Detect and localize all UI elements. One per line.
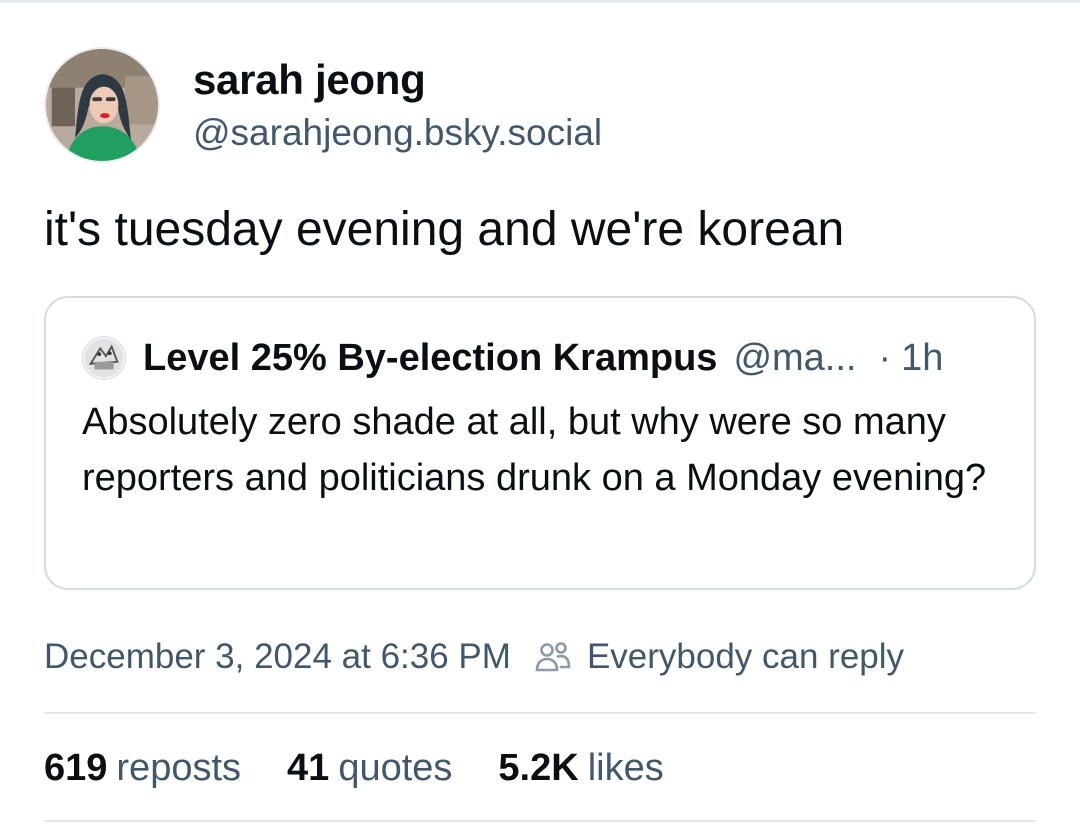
quoted-separator-dot: · — [878, 336, 892, 379]
post-timestamp: December 3, 2024 at 6:36 PM — [44, 637, 511, 676]
likes-label: likes — [587, 746, 664, 789]
quoted-author-name[interactable]: Level 25% By-election Krampus — [143, 337, 717, 380]
post-text: it's tuesday evening and we're korean — [44, 203, 845, 256]
likes-count: 5.2K — [498, 746, 579, 789]
reposts-label: reposts — [116, 746, 242, 789]
post-stats: 619 reposts 41 quotes 5.2K likes — [44, 744, 710, 792]
user-avatar-photo-icon — [46, 49, 158, 161]
quoted-author-handle[interactable]: @ma... — [733, 337, 856, 380]
user-avatar-sketch-icon — [83, 337, 125, 379]
quoted-post-card[interactable]: Level 25% By-election Krampus @ma... · 1… — [44, 296, 1036, 590]
quotes-label: quotes — [338, 746, 453, 789]
quoted-author-avatar[interactable] — [82, 336, 126, 380]
quoted-post-time[interactable]: 1h — [901, 337, 943, 380]
quoted-post-header: Level 25% By-election Krampus @ma... · 1… — [82, 336, 943, 380]
people-icon — [533, 637, 573, 677]
reposts-stat[interactable]: 619 reposts — [44, 747, 241, 790]
reposts-count: 619 — [44, 746, 108, 789]
reply-setting[interactable]: Everybody can reply — [587, 637, 904, 677]
author-display-name[interactable]: sarah jeong — [193, 56, 426, 104]
quotes-stat[interactable]: 41 quotes — [287, 747, 452, 790]
post-meta: December 3, 2024 at 6:36 PM Everybody ca… — [44, 635, 904, 679]
author-handle[interactable]: @sarahjeong.bsky.social — [193, 112, 602, 154]
quotes-count: 41 — [287, 746, 330, 789]
stats-top-divider — [44, 712, 1036, 714]
author-avatar[interactable] — [44, 47, 160, 163]
stats-bottom-divider — [44, 820, 1036, 822]
top-divider — [0, 0, 1080, 3]
quoted-post-text: Absolutely zero shade at all, but why we… — [82, 401, 987, 499]
likes-stat[interactable]: 5.2K likes — [498, 747, 663, 790]
